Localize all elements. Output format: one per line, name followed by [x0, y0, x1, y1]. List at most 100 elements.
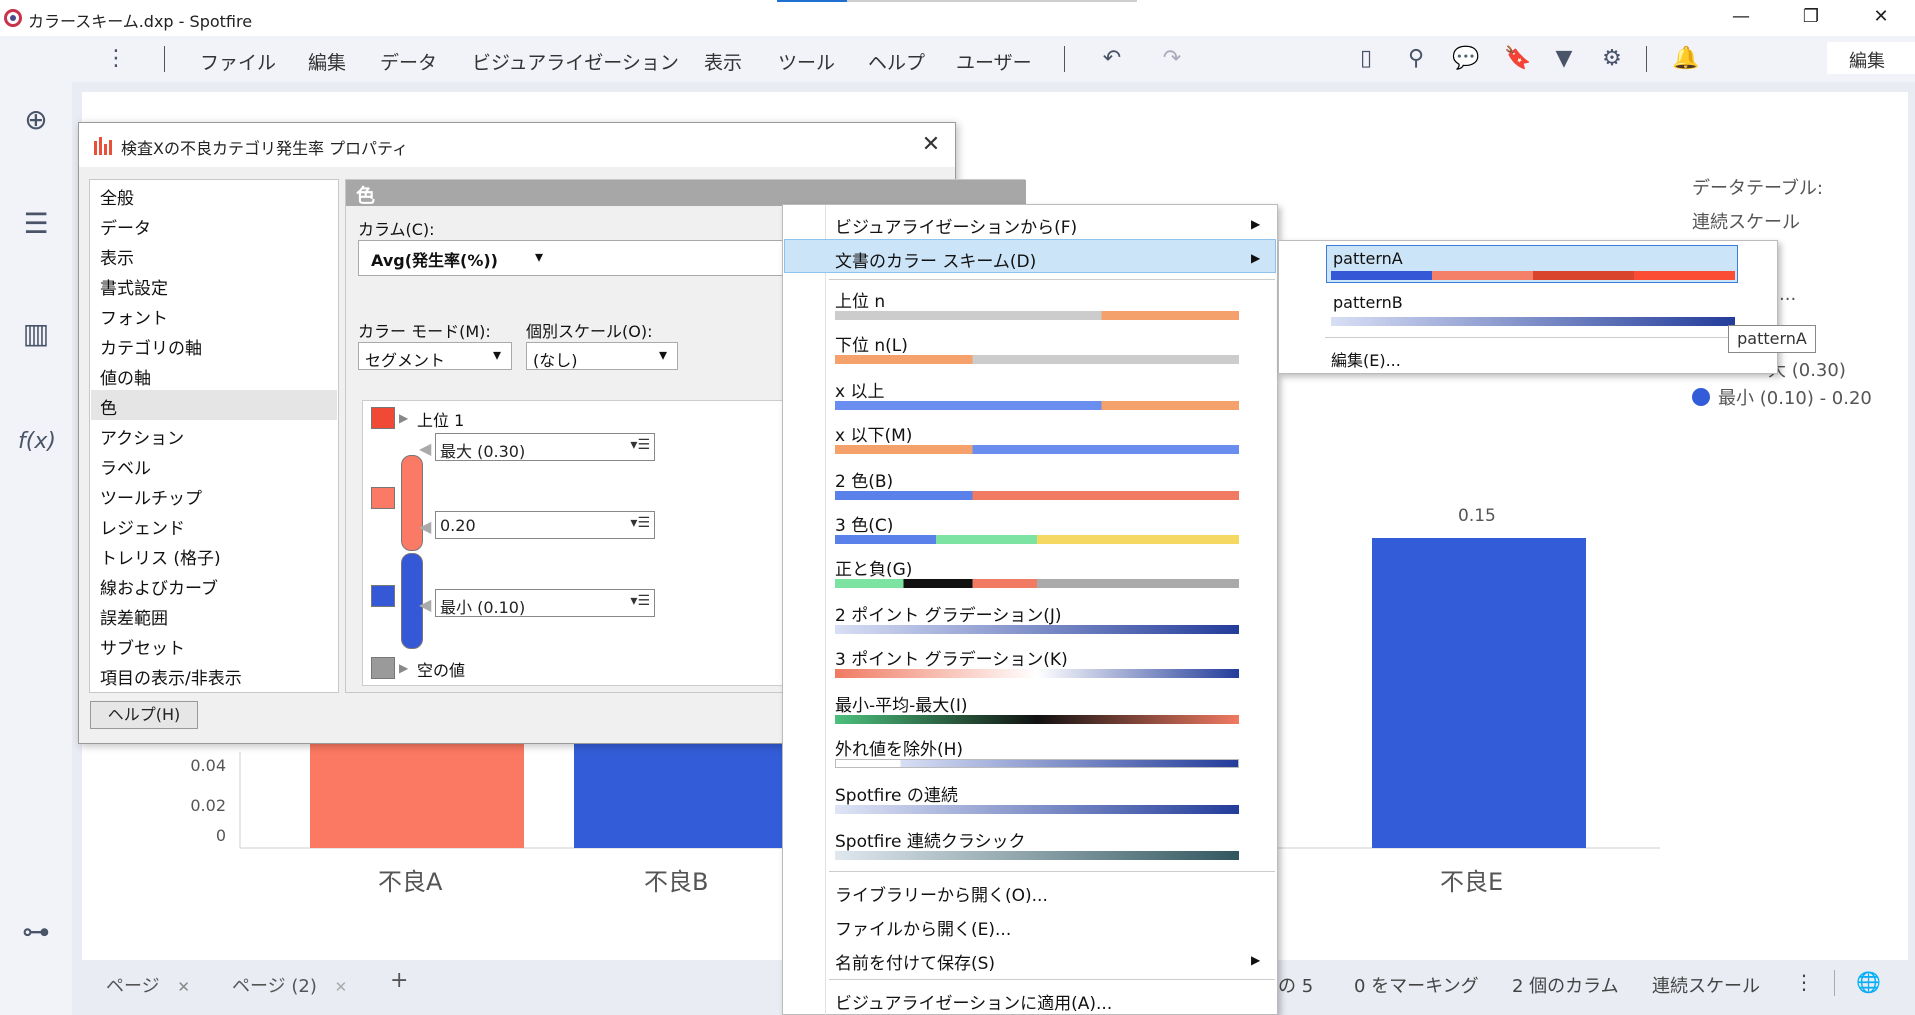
status-table[interactable]: 連続スケール: [1652, 972, 1760, 998]
menu-item-x-below[interactable]: x 以下(M): [835, 421, 912, 446]
notification-bell-icon[interactable]: 🔔: [1672, 45, 1700, 73]
submenu-item-edit[interactable]: 編集(E)...: [1331, 347, 1401, 371]
upper-segment-bar[interactable]: [401, 455, 423, 551]
minimize-button[interactable]: —: [1716, 2, 1766, 32]
x-tick-label: 不良A: [378, 868, 443, 896]
menu-item-two-color[interactable]: 2 色(B): [835, 467, 893, 492]
menu-visualization[interactable]: ビジュアライゼーション: [472, 48, 679, 75]
add-data-icon[interactable]: ⊕: [18, 102, 54, 138]
nav-item-formatting[interactable]: 書式設定: [100, 274, 168, 299]
menu-file[interactable]: ファイル: [200, 48, 276, 75]
top-rule-color-swatch[interactable]: [371, 407, 395, 429]
menu-item-three-color[interactable]: 3 色(C): [835, 511, 893, 536]
submenu-item-patternB[interactable]: patternB: [1333, 293, 1403, 312]
menu-user[interactable]: ユーザー: [956, 48, 1032, 75]
menu-help[interactable]: ヘルプ: [868, 48, 925, 75]
page-tab-2[interactable]: ページ (2) ✕: [232, 972, 347, 998]
data-flow-icon[interactable]: ⊶: [18, 914, 54, 950]
lower-segment-color-swatch[interactable]: [371, 585, 395, 607]
value-menu-icon[interactable]: ▾☰: [630, 593, 650, 609]
nav-item-subsets[interactable]: サブセット: [100, 634, 185, 659]
nav-item-lines-curves[interactable]: 線およびカーブ: [100, 574, 218, 599]
page-tab-1[interactable]: ページ ✕: [106, 972, 190, 998]
value-menu-icon[interactable]: ▾☰: [630, 437, 650, 453]
visualization-types-icon[interactable]: ▥: [18, 316, 54, 352]
data-canvas-icon[interactable]: ☰: [18, 206, 54, 242]
menu-gutter: [825, 205, 826, 1015]
menu-edit[interactable]: 編集: [308, 48, 346, 75]
nav-item-legend[interactable]: レジェンド: [100, 514, 185, 539]
bar-defect-b[interactable]: [574, 742, 788, 848]
empty-value-color-swatch[interactable]: [371, 657, 395, 679]
undo-icon[interactable]: ↶: [1098, 45, 1126, 73]
bar-defect-a[interactable]: [310, 742, 524, 848]
nav-item-general[interactable]: 全般: [100, 184, 134, 209]
menu-item-apply-to-visualization[interactable]: ビジュアライゼーションに適用(A)...: [835, 989, 1112, 1014]
nav-item-labels[interactable]: ラベル: [100, 454, 151, 479]
nav-item-fonts[interactable]: フォント: [100, 304, 168, 329]
add-page-button[interactable]: +: [390, 968, 408, 993]
color-mode-value: セグメント: [365, 351, 446, 370]
overflow-menu-icon[interactable]: ⋮: [102, 45, 130, 73]
mid-value-field[interactable]: 0.20 ▾☰: [435, 511, 655, 539]
upper-segment-color-swatch[interactable]: [371, 487, 395, 509]
menu-item-positive-negative[interactable]: 正と負(G): [835, 555, 912, 580]
menu-item-three-point-gradient[interactable]: 3 ポイント グラデーション(K): [835, 645, 1068, 670]
globe-icon[interactable]: 🌐: [1856, 970, 1881, 994]
bar-chart-icon: [94, 137, 112, 155]
menu-item-document-color-schemes[interactable]: 文書のカラー スキーム(D): [835, 247, 1036, 272]
individual-scale-select[interactable]: (なし) ▾: [526, 342, 678, 370]
collaboration-icon[interactable]: 💬: [1452, 45, 1480, 73]
function-icon[interactable]: f(x): [18, 424, 56, 460]
close-tab-icon[interactable]: ✕: [177, 978, 190, 996]
menu-item-spotfire-classic[interactable]: Spotfire 連続クラシック: [835, 827, 1026, 852]
menu-item-from-visualization[interactable]: ビジュアライゼーションから(F): [835, 213, 1077, 238]
menu-item-open-from-file[interactable]: ファイルから開く(E)...: [835, 915, 1011, 940]
close-tab-icon[interactable]: ✕: [335, 978, 348, 996]
redo-icon[interactable]: ↷: [1158, 45, 1186, 73]
dialog-header: 検査Xの不良カテゴリ発生率 プロパティ ✕: [79, 123, 955, 167]
min-value-field[interactable]: 最小 (0.10) ▾☰: [435, 589, 655, 617]
maximize-button[interactable]: ❐: [1786, 2, 1836, 32]
status-columns[interactable]: 2 個のカラム: [1512, 972, 1619, 998]
close-window-button[interactable]: ✕: [1856, 2, 1906, 32]
mode-select[interactable]: 編集 ⌄: [1827, 42, 1915, 74]
nav-item-error-bars[interactable]: 誤差範囲: [100, 604, 168, 629]
menu-item-save-as[interactable]: 名前を付けて保存(S): [835, 949, 995, 974]
column-value: Avg(発生率(%)): [371, 251, 498, 270]
menu-view[interactable]: 表示: [704, 48, 742, 75]
nav-item-colors[interactable]: 色: [100, 394, 117, 419]
menu-item-top-n[interactable]: 上位 n: [835, 287, 885, 312]
nav-item-trellis[interactable]: トレリス (格子): [100, 544, 221, 569]
search-icon[interactable]: ⚲: [1402, 45, 1430, 73]
nav-item-data[interactable]: データ: [100, 214, 151, 239]
filter-icon[interactable]: ▼: [1550, 45, 1578, 73]
bar-defect-e[interactable]: [1372, 538, 1586, 848]
nav-item-category-axis[interactable]: カテゴリの軸: [100, 334, 202, 359]
nav-item-actions[interactable]: アクション: [100, 424, 184, 449]
nav-item-show-hide[interactable]: 項目の表示/非表示: [100, 664, 242, 689]
menu-item-two-point-gradient[interactable]: 2 ポイント グラデーション(J): [835, 601, 1062, 626]
max-value-field[interactable]: 最大 (0.30) ▾☰: [435, 433, 655, 461]
menu-item-open-from-library[interactable]: ライブラリーから開く(O)...: [835, 881, 1048, 906]
menu-item-min-avg-max[interactable]: 最小-平均-最大(I): [835, 691, 968, 716]
menu-item-x-above[interactable]: x 以上: [835, 377, 884, 402]
bookmark-icon[interactable]: 🔖: [1504, 45, 1532, 73]
dialog-close-button[interactable]: ✕: [917, 131, 945, 159]
settings-gear-icon[interactable]: ⚙: [1598, 45, 1626, 73]
status-overflow-icon[interactable]: ⋮: [1794, 970, 1814, 994]
menu-tools[interactable]: ツール: [778, 48, 835, 75]
menu-item-exclude-outliers[interactable]: 外れ値を除外(H): [835, 735, 963, 760]
submenu-item-patternA[interactable]: patternA: [1333, 249, 1403, 268]
authoring-panel-icon[interactable]: ▯: [1352, 45, 1380, 73]
nav-item-tooltip[interactable]: ツールチップ: [100, 484, 202, 509]
status-marking[interactable]: 0 をマーキング: [1354, 972, 1479, 998]
color-mode-select[interactable]: セグメント ▾: [358, 342, 512, 370]
menu-item-bottom-n[interactable]: 下位 n(L): [835, 331, 908, 356]
value-menu-icon[interactable]: ▾☰: [630, 515, 650, 531]
nav-item-value-axis[interactable]: 値の軸: [100, 364, 151, 389]
nav-item-appearance[interactable]: 表示: [100, 244, 134, 269]
menu-item-spotfire-continuous[interactable]: Spotfire の連続: [835, 781, 958, 806]
help-button[interactable]: ヘルプ(H): [90, 701, 198, 729]
menu-data[interactable]: データ: [380, 48, 437, 75]
